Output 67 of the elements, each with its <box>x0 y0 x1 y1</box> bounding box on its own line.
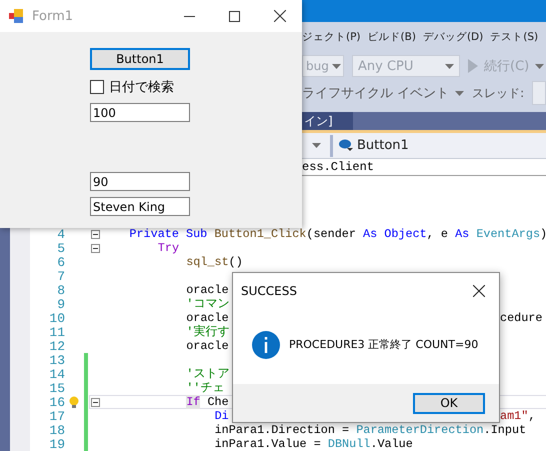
maximize-icon <box>229 10 240 22</box>
caret-icon <box>455 90 464 96</box>
play-icon <box>468 59 478 73</box>
caret-icon <box>332 64 341 68</box>
form-button[interactable]: Button1 <box>90 48 190 70</box>
code-text: ''チェ <box>186 382 224 394</box>
dialog-title: SUCCESS <box>241 284 298 298</box>
event-icon <box>339 139 353 152</box>
line-number: 11 <box>48 324 65 340</box>
checkbox[interactable] <box>90 80 104 94</box>
lifecycle-events-dropdown[interactable]: ライフサイクル イベント <box>302 84 464 102</box>
code-text: cedure <box>500 312 542 324</box>
line-number: 15 <box>48 380 65 396</box>
collapse-icon[interactable] <box>91 230 100 238</box>
thread-field[interactable] <box>532 81 546 105</box>
close-icon <box>274 10 286 22</box>
checkbox-label[interactable]: 日付で検索 <box>109 78 174 96</box>
app-icon <box>8 8 24 24</box>
line-number: 12 <box>48 338 65 354</box>
code-text: 'ストア <box>186 368 230 380</box>
code-text: Private Sub Button1_Click(sender As Object, e As EventArgs) <box>129 228 546 240</box>
window-title: Form1 <box>32 8 74 24</box>
line-number: 13 <box>48 352 65 368</box>
line-number: 17 <box>48 408 65 424</box>
close-icon <box>473 285 485 297</box>
text-field[interactable]: 90 <box>90 172 190 191</box>
line-number: 19 <box>48 436 65 451</box>
line-number: 5 <box>56 240 65 256</box>
code-text: 'コマン <box>186 298 230 310</box>
menu-item[interactable]: ジェクト(P) <box>302 30 361 44</box>
code-text: oracle <box>186 312 230 324</box>
line-number: 18 <box>48 422 65 438</box>
line-number: 8 <box>56 282 65 298</box>
line-number: 16 <box>48 394 65 410</box>
menu-item[interactable]: ビルド(B) <box>368 30 416 44</box>
text-field[interactable]: Steven King <box>90 197 190 216</box>
menu-item[interactable]: テスト(S) <box>490 30 538 44</box>
line-number: 14 <box>48 366 65 382</box>
line-number: 9 <box>56 296 65 312</box>
dialog-message: PROCEDURE3 正常終了 COUNT=90 <box>289 337 478 352</box>
text-field[interactable]: 100 <box>90 103 190 122</box>
document-tab[interactable]: イン] <box>302 112 353 130</box>
collapse-icon[interactable] <box>91 398 100 406</box>
code-text: '実行す <box>186 326 230 338</box>
code-text: am1", <box>500 410 536 422</box>
caret-icon <box>312 143 320 148</box>
code-text: oracle <box>186 284 229 296</box>
code-text: oracle <box>186 340 229 352</box>
menu-item[interactable]: デバッグ(D) <box>422 30 484 44</box>
code-text: If Che <box>186 396 229 408</box>
thread-label: スレッド: <box>472 84 524 102</box>
caret-icon <box>445 64 454 68</box>
member-dropdown[interactable]: Button1 <box>333 138 409 153</box>
code-text: Di <box>214 410 230 422</box>
code-text: Try <box>158 242 180 254</box>
info-icon <box>252 330 280 358</box>
code-text: inPara1.Value = DBNull.Value <box>214 438 413 450</box>
code-text: sql_st() <box>186 256 243 268</box>
ok-button[interactable]: OK <box>413 392 485 414</box>
code-text: inPara1.Direction = ParameterDirection.Input <box>214 424 526 436</box>
lightbulb-icon[interactable] <box>69 396 79 408</box>
caret-icon <box>535 64 544 68</box>
line-number: 6 <box>56 254 65 270</box>
line-number: 4 <box>56 226 65 242</box>
line-number: 7 <box>56 268 65 284</box>
collapse-icon[interactable] <box>91 244 100 252</box>
line-number: 10 <box>48 310 65 326</box>
